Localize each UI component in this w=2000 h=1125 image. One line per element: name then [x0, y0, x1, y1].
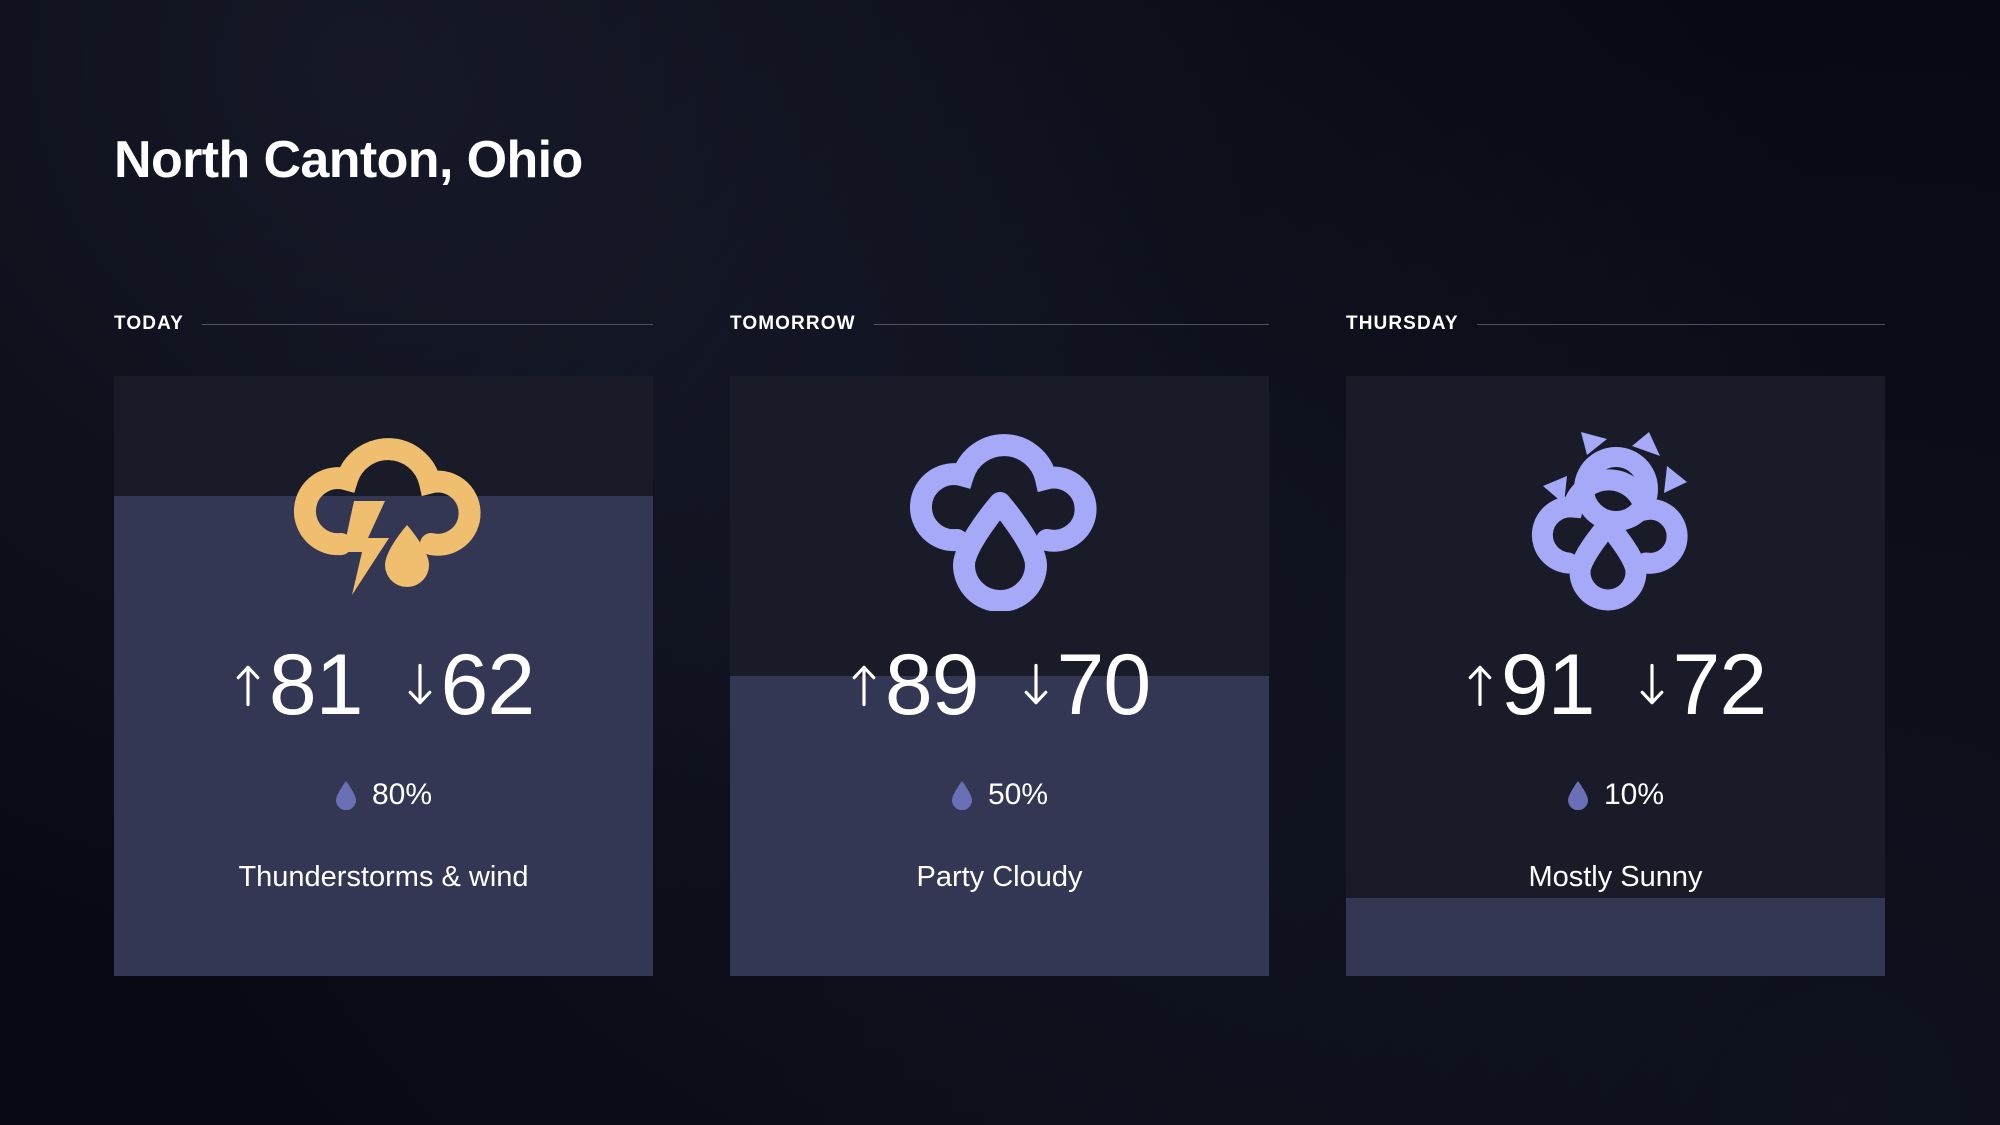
day-header-tomorrow: TOMORROW	[730, 310, 1269, 338]
arrow-down-icon	[408, 663, 431, 705]
forecast-column-tomorrow: TOMORROW 89 70 50% Party Cloudy	[730, 310, 1269, 976]
precipitation-row: 50%	[951, 780, 1048, 810]
precipitation-value: 50%	[987, 778, 1049, 811]
day-rule	[201, 323, 653, 325]
temperature-row: 91 72	[1465, 642, 1767, 728]
day-label-today: TODAY	[114, 313, 184, 334]
arrow-down-icon	[1024, 663, 1047, 705]
day-label-thursday: THURSDAY	[1346, 313, 1459, 334]
arrow-up-icon	[236, 665, 260, 707]
low-temperature-value: 70	[1056, 637, 1152, 733]
water-drop-icon	[1567, 781, 1588, 810]
water-drop-icon	[951, 781, 972, 810]
high-temperature-value: 89	[884, 637, 980, 733]
arrow-down-icon	[1640, 663, 1663, 705]
thunderstorm-icon	[284, 376, 484, 646]
sun-cloud-rain-icon	[1516, 376, 1716, 646]
temperature-row: 81 62	[233, 642, 535, 728]
condition-summary: Mostly Sunny	[1528, 861, 1703, 893]
page-title: North Canton, Ohio	[114, 131, 583, 189]
high-temperature-value: 91	[1500, 637, 1596, 733]
precipitation-row: 10%	[1567, 780, 1664, 810]
day-label-tomorrow: TOMORROW	[730, 313, 856, 334]
forecast-card-today[interactable]: 81 62 80% Thunderstorms & wind	[114, 376, 653, 976]
forecast-card-tomorrow[interactable]: 89 70 50% Party Cloudy	[730, 376, 1269, 976]
low-temperature: 70	[1021, 642, 1151, 728]
day-header-thursday: THURSDAY	[1346, 310, 1885, 338]
precipitation-value: 10%	[1603, 778, 1665, 811]
condition-summary: Thunderstorms & wind	[238, 861, 529, 893]
high-temperature: 91	[1465, 642, 1595, 728]
low-temperature-value: 72	[1672, 637, 1768, 733]
arrow-up-icon	[852, 665, 876, 707]
low-temperature: 72	[1637, 642, 1767, 728]
water-drop-icon	[335, 781, 356, 810]
precipitation-value: 80%	[371, 778, 433, 811]
low-temperature-value: 62	[440, 637, 536, 733]
high-temperature: 81	[233, 642, 363, 728]
high-temperature: 89	[849, 642, 979, 728]
low-temperature: 62	[405, 642, 535, 728]
day-header-today: TODAY	[114, 310, 653, 338]
day-rule	[1476, 323, 1885, 325]
arrow-up-icon	[1468, 665, 1492, 707]
forecast-card-row: TODAY 81 62 80% Thunderstorms & wind TOM…	[114, 310, 1886, 976]
day-rule	[873, 323, 1269, 325]
precipitation-row: 80%	[335, 780, 432, 810]
rain-cloud-icon	[900, 376, 1100, 646]
weather-forecast-page: North Canton, Ohio TODAY 81 62 80% Thund…	[0, 0, 2000, 1125]
forecast-column-thursday: THURSDAY 91 72 10% Mostly Sunny	[1346, 310, 1885, 976]
condition-summary: Party Cloudy	[916, 861, 1083, 893]
forecast-column-today: TODAY 81 62 80% Thunderstorms & wind	[114, 310, 653, 976]
forecast-card-thursday[interactable]: 91 72 10% Mostly Sunny	[1346, 376, 1885, 976]
temperature-row: 89 70	[849, 642, 1151, 728]
high-temperature-value: 81	[268, 637, 364, 733]
